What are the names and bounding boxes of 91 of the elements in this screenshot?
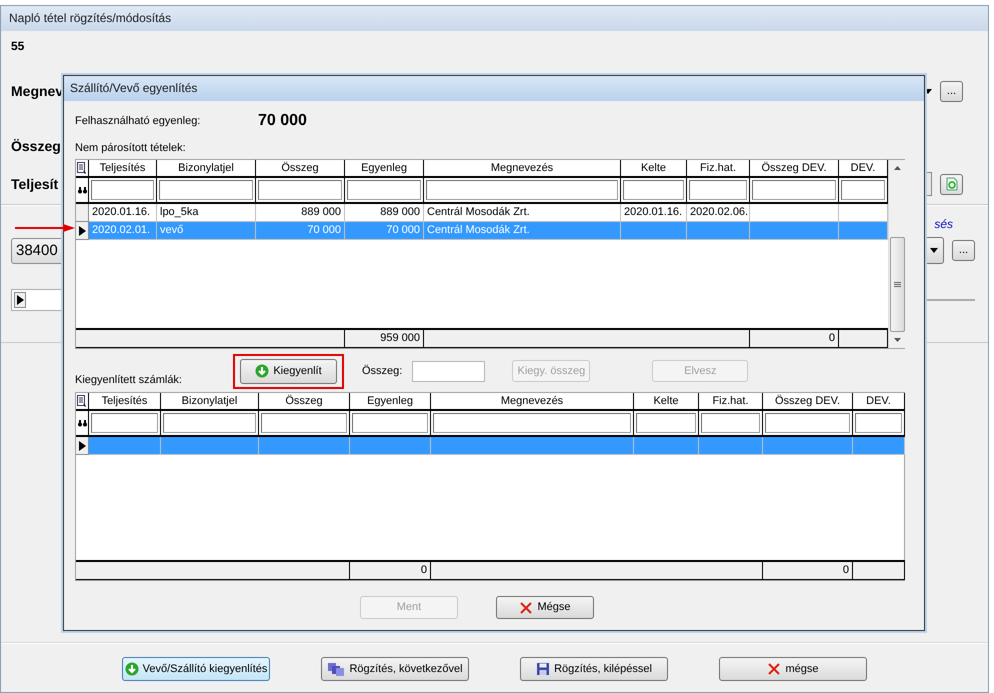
column-header[interactable]: Teljesítés <box>89 160 157 178</box>
filter-field[interactable] <box>752 180 836 200</box>
action-button[interactable]: Rögzítés, kilépéssel <box>520 657 668 681</box>
filter-field[interactable] <box>352 413 428 433</box>
filter-field[interactable] <box>91 413 158 433</box>
filter-field[interactable] <box>701 413 760 433</box>
link-text[interactable]: sés <box>934 215 953 233</box>
table-cell: 2020.02.01. <box>89 222 157 240</box>
filter-field[interactable] <box>636 413 696 433</box>
filter-field[interactable] <box>258 180 342 200</box>
amount-label: Összeg: <box>362 364 402 379</box>
column-header[interactable]: Fiz.hat. <box>699 393 763 411</box>
settle-button[interactable]: Kiegyenlít <box>240 358 337 384</box>
action-button[interactable]: mégse <box>719 657 867 681</box>
filter-field[interactable] <box>159 180 253 200</box>
row-pointer-icon <box>78 440 86 450</box>
table-cell <box>839 222 888 240</box>
field-label: Összeg <box>11 136 61 156</box>
field-label: Megnev <box>11 82 64 101</box>
balance-value: 70 000 <box>258 111 307 131</box>
column-header[interactable]: DEV. <box>839 160 888 178</box>
table-cell <box>634 437 699 455</box>
column-header[interactable]: Bizonylatjel <box>161 393 259 411</box>
row-pointer-icon <box>16 295 24 305</box>
column-header[interactable]: Kelte <box>634 393 699 411</box>
record-number: 55 <box>10 38 26 55</box>
refresh-button[interactable] <box>940 174 963 194</box>
table-cell: vevő <box>157 222 256 240</box>
pointer-arrow <box>15 223 75 233</box>
column-header[interactable]: DEV. <box>853 393 905 411</box>
grip-icon <box>894 282 901 288</box>
column-header[interactable]: Fiz.hat. <box>687 160 750 178</box>
cancel-button[interactable]: Mégse <box>496 596 594 619</box>
stacked-pages-icon <box>327 662 346 676</box>
browse-button[interactable]: ... <box>940 80 963 102</box>
dropdown-caret-icon <box>930 248 938 253</box>
cross-icon <box>767 662 782 676</box>
filter-field[interactable] <box>261 413 347 433</box>
floppy-icon <box>536 662 550 676</box>
filter-field[interactable] <box>433 413 631 433</box>
table-cell: Centrál Mosodák Zrt. <box>424 222 621 240</box>
filter-field[interactable] <box>841 180 885 200</box>
amount-field[interactable] <box>412 360 486 382</box>
refresh-icon <box>946 177 958 191</box>
down-arrow-icon <box>255 364 270 378</box>
table-cell <box>699 437 763 455</box>
table-cell: 70 000 <box>345 222 424 240</box>
row-header[interactable] <box>76 437 89 455</box>
action-button[interactable]: Rögzítés, következővel <box>321 657 469 681</box>
down-arrow-icon <box>124 662 139 676</box>
column-header[interactable]: Bizonylatjel <box>157 160 256 178</box>
column-header[interactable]: Teljesítés <box>89 393 161 411</box>
filter-field[interactable] <box>347 180 421 200</box>
cross-icon <box>519 600 534 614</box>
section-label: Nem párosított tételek: <box>75 141 187 156</box>
column-header[interactable]: Kelte <box>621 160 687 178</box>
total-cell: 0 <box>750 330 839 348</box>
table-cell <box>621 222 687 240</box>
total-cell: 0 <box>763 562 853 580</box>
filter-field[interactable] <box>623 180 684 200</box>
dialog-title: Szállító/Vevő egyenlítés <box>64 76 924 101</box>
column-header[interactable]: Egyenleg <box>345 160 424 178</box>
balance-label: Felhasználható egyenleg: <box>75 114 202 129</box>
action-button[interactable]: Vevő/Szállító kiegyenlítés <box>122 657 270 681</box>
row-pointer-icon <box>78 226 86 236</box>
column-header[interactable]: Összeg <box>259 393 350 411</box>
table-cell <box>853 437 905 455</box>
filter-field[interactable] <box>689 180 747 200</box>
column-header[interactable]: Összeg DEV. <box>750 160 839 178</box>
field-label: Teljesít <box>11 174 58 194</box>
scrollbar[interactable] <box>888 160 906 348</box>
total-cell: 0 <box>350 562 431 580</box>
table-cell <box>89 437 161 455</box>
browse-button[interactable]: ... <box>952 240 975 261</box>
column-header[interactable]: Megnevezés <box>424 160 621 178</box>
window-title: Napló tétel rögzítés/módosítás <box>1 6 988 31</box>
filter-field[interactable] <box>855 413 902 433</box>
total-cell: 959 000 <box>345 330 424 348</box>
row-header[interactable] <box>76 222 89 240</box>
filter-field[interactable] <box>163 413 256 433</box>
filter-field[interactable] <box>91 180 154 200</box>
column-header[interactable]: Összeg <box>256 160 345 178</box>
filter-field[interactable] <box>765 413 850 433</box>
table-cell: 70 000 <box>256 222 345 240</box>
column-header[interactable]: Egyenleg <box>350 393 431 411</box>
filter-field[interactable] <box>426 180 618 200</box>
column-header[interactable]: Megnevezés <box>431 393 634 411</box>
scrollbar-thumb[interactable] <box>890 237 905 332</box>
column-header[interactable]: Összeg DEV. <box>763 393 853 411</box>
section-label: Kiegyenlített számlák: <box>75 372 183 388</box>
table-cell <box>687 222 750 240</box>
